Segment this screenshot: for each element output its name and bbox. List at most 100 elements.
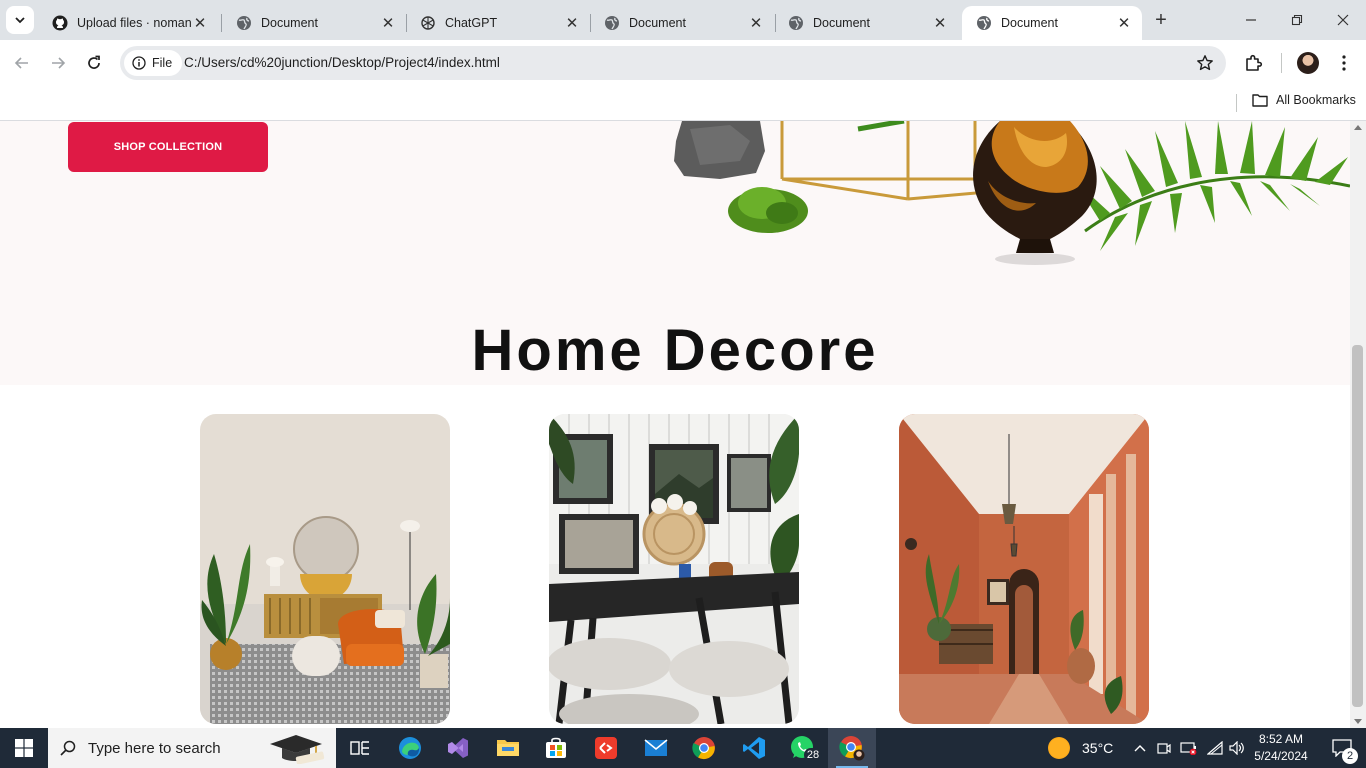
taskbar-clock[interactable]: 8:52 AM 5/24/2024 bbox=[1250, 731, 1312, 765]
forward-button[interactable] bbox=[43, 48, 73, 78]
close-icon[interactable]: ✕ bbox=[932, 15, 948, 32]
back-button[interactable] bbox=[7, 48, 37, 78]
tab-title: Document bbox=[261, 16, 318, 30]
minimize-icon bbox=[1246, 19, 1256, 21]
globe-icon bbox=[977, 16, 991, 30]
url-text[interactable]: C:/Users/cd%20junction/Desktop/Project4/… bbox=[184, 55, 500, 70]
tab-document-3[interactable]: Document ✕ bbox=[774, 6, 958, 40]
tab-title: Upload files · nomanu bbox=[77, 16, 192, 30]
chrome-app[interactable] bbox=[680, 728, 728, 768]
page-viewport: SHOP COLLECTION Home Decore bbox=[0, 121, 1350, 728]
hero-decor-image bbox=[674, 121, 1350, 265]
minimize-button[interactable] bbox=[1228, 0, 1274, 40]
windows-taskbar: Type here to search 28 35°C 8:52 AM 5/24… bbox=[0, 728, 1366, 768]
store-icon bbox=[546, 737, 566, 758]
restore-button[interactable] bbox=[1274, 0, 1320, 40]
whatsapp-unread-badge: 28 bbox=[804, 748, 822, 762]
mail-app[interactable] bbox=[632, 728, 680, 768]
meet-now-tray[interactable] bbox=[1154, 728, 1174, 768]
graduation-cap-icon bbox=[270, 735, 325, 764]
decor-card-hallway[interactable] bbox=[899, 414, 1149, 724]
git-app[interactable] bbox=[582, 728, 630, 768]
terracotta-hallway-photo bbox=[899, 414, 1149, 724]
scheme-label: File bbox=[152, 56, 173, 70]
close-window-button[interactable] bbox=[1320, 0, 1366, 40]
speaker-icon bbox=[1229, 741, 1244, 755]
new-tab-button[interactable]: + bbox=[1150, 9, 1172, 31]
arrow-right-icon bbox=[52, 57, 66, 69]
close-icon[interactable]: ✕ bbox=[380, 15, 396, 32]
weather-widget[interactable]: 35°C bbox=[1048, 728, 1113, 768]
camera-icon bbox=[1157, 743, 1171, 754]
task-view-button[interactable] bbox=[336, 728, 384, 768]
bookmarks-bar: All Bookmarks bbox=[0, 86, 1366, 121]
tab-upload-files[interactable]: Upload files · nomanu ✕ bbox=[38, 6, 218, 40]
site-info-chip[interactable]: File bbox=[124, 50, 183, 76]
close-icon[interactable]: ✕ bbox=[1116, 15, 1132, 32]
edge-icon bbox=[399, 737, 421, 759]
mail-icon bbox=[644, 739, 668, 756]
windows-icon bbox=[15, 739, 33, 757]
puzzle-icon bbox=[1246, 54, 1263, 71]
tab-document-1[interactable]: Document ✕ bbox=[222, 6, 406, 40]
profile-avatar[interactable] bbox=[1297, 52, 1319, 74]
globe-icon bbox=[605, 16, 619, 30]
volume-tray[interactable] bbox=[1226, 728, 1248, 768]
taskbar-search-box[interactable]: Type here to search bbox=[48, 728, 336, 768]
start-button[interactable] bbox=[0, 728, 48, 768]
close-icon[interactable]: ✕ bbox=[748, 15, 764, 32]
address-bar[interactable]: File C:/Users/cd%20junction/Desktop/Proj… bbox=[120, 46, 1226, 80]
chrome-profile-icon bbox=[839, 736, 865, 761]
chatgpt-icon bbox=[421, 16, 435, 30]
git-icon bbox=[595, 737, 617, 759]
page-scrollbar[interactable] bbox=[1350, 121, 1366, 728]
shop-collection-button[interactable]: SHOP COLLECTION bbox=[68, 122, 268, 172]
bookmark-star-icon[interactable] bbox=[1196, 54, 1214, 72]
scroll-up-arrow[interactable] bbox=[1354, 125, 1362, 130]
tab-document-active[interactable]: Document ✕ bbox=[962, 6, 1142, 40]
close-icon bbox=[1337, 14, 1349, 26]
globe-icon bbox=[789, 16, 803, 30]
decor-card-living-room[interactable] bbox=[200, 414, 450, 724]
reload-button[interactable] bbox=[79, 48, 109, 78]
notifications-button[interactable]: 2 bbox=[1322, 728, 1362, 768]
scroll-down-arrow[interactable] bbox=[1354, 719, 1362, 724]
battery-warning-icon bbox=[1180, 742, 1197, 755]
menu-button[interactable] bbox=[1333, 52, 1355, 74]
weather-temperature: 35°C bbox=[1082, 740, 1114, 756]
edge-app[interactable] bbox=[386, 728, 434, 768]
extensions-button[interactable] bbox=[1243, 52, 1265, 74]
visual-studio-app[interactable] bbox=[434, 728, 482, 768]
decor-card-dining-table[interactable] bbox=[549, 414, 799, 724]
close-icon[interactable]: ✕ bbox=[192, 15, 208, 32]
chevron-down-icon bbox=[15, 17, 25, 24]
task-view-icon bbox=[350, 741, 369, 755]
close-icon[interactable]: ✕ bbox=[564, 15, 580, 32]
visual-studio-icon bbox=[448, 738, 468, 758]
tab-search-button[interactable] bbox=[6, 6, 34, 34]
battery-tray[interactable] bbox=[1178, 728, 1200, 768]
whatsapp-app[interactable]: 28 bbox=[778, 728, 826, 768]
vscode-app[interactable] bbox=[730, 728, 778, 768]
globe-icon bbox=[237, 16, 251, 30]
scroll-thumb[interactable] bbox=[1352, 345, 1363, 707]
tab-title: Document bbox=[813, 16, 870, 30]
tab-document-2[interactable]: Document ✕ bbox=[590, 6, 774, 40]
arrow-left-icon bbox=[14, 57, 28, 69]
info-icon bbox=[132, 56, 146, 70]
toolbar-divider bbox=[1281, 53, 1282, 73]
dining-table-photo bbox=[549, 414, 799, 724]
tab-chatgpt[interactable]: ChatGPT ✕ bbox=[406, 6, 590, 40]
network-tray[interactable] bbox=[1204, 728, 1226, 768]
chrome-profile-app[interactable] bbox=[828, 728, 876, 768]
section-title: Home Decore bbox=[471, 318, 879, 383]
clock-date: 5/24/2024 bbox=[1254, 749, 1308, 763]
clock-time: 8:52 AM bbox=[1258, 732, 1304, 746]
microsoft-store-app[interactable] bbox=[532, 728, 580, 768]
wifi-icon bbox=[1207, 741, 1223, 755]
show-hidden-icons[interactable] bbox=[1130, 728, 1150, 768]
all-bookmarks-button[interactable]: All Bookmarks bbox=[1252, 93, 1356, 107]
file-explorer-app[interactable] bbox=[484, 728, 532, 768]
restore-icon bbox=[1291, 14, 1303, 26]
all-bookmarks-label: All Bookmarks bbox=[1276, 93, 1356, 107]
